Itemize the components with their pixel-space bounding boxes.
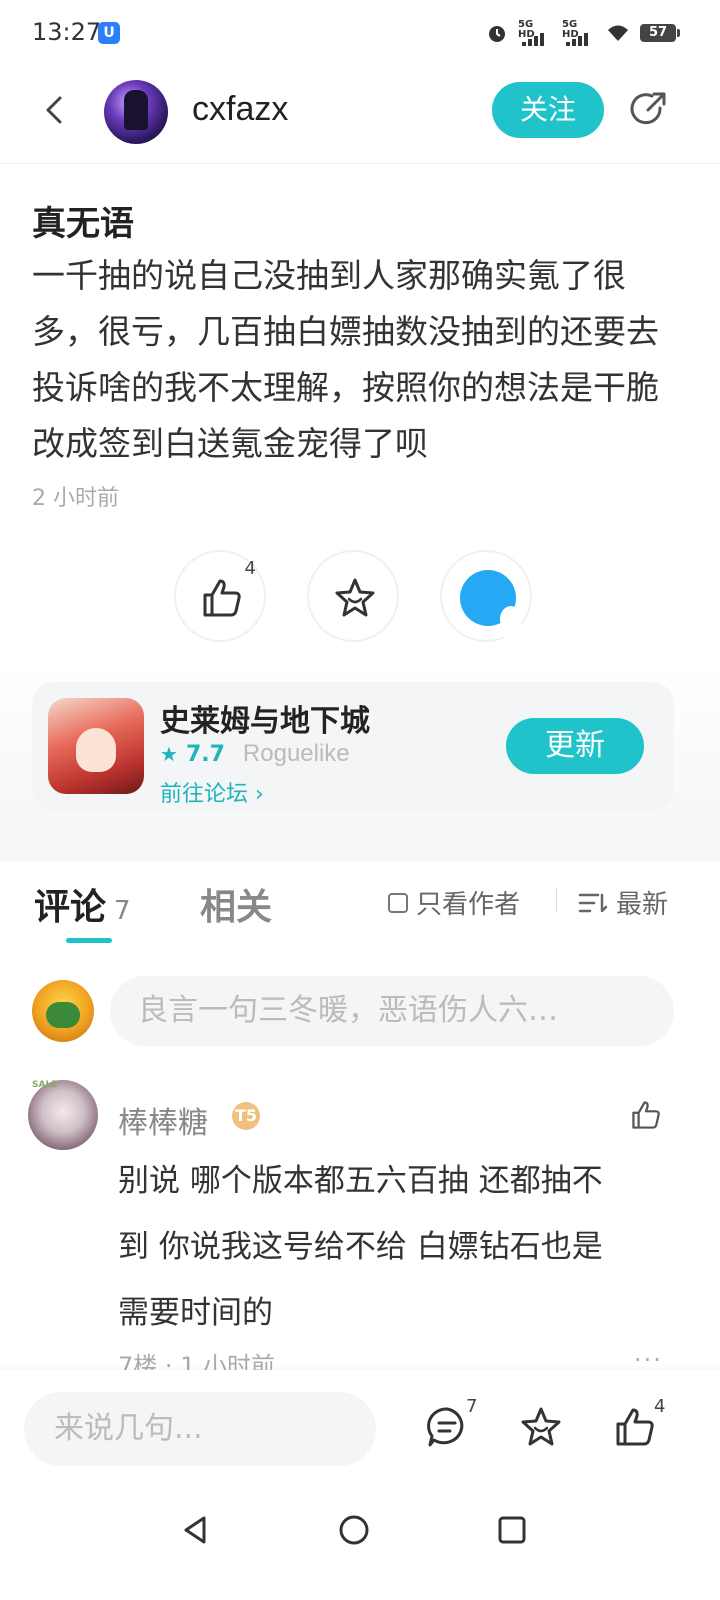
alarm-icon [489, 26, 505, 42]
game-name[interactable]: 史莱姆与地下城 [160, 696, 370, 740]
sort-icon [578, 893, 608, 912]
signal-1-icon: 5G HD [518, 20, 552, 46]
app-notification-icon: U [98, 22, 120, 44]
author-avatar[interactable] [104, 80, 168, 144]
tab-comments[interactable]: 评论 7 [34, 878, 131, 930]
commenter-avatar[interactable] [28, 1080, 98, 1150]
nav-back-icon[interactable] [176, 1510, 216, 1550]
back-arrow-icon[interactable] [36, 90, 76, 130]
post-actions: 4 [0, 550, 720, 642]
qq-icon [460, 570, 525, 638]
forum-link[interactable]: 前往论坛 › [160, 776, 264, 808]
tab-related[interactable]: 相关 [200, 878, 272, 930]
comment-icon[interactable] [424, 1404, 470, 1450]
thumbs-up-icon [203, 579, 241, 617]
only-author-toggle[interactable]: 只看作者 [388, 884, 520, 921]
bottom-comment-count: 7 [466, 1396, 478, 1417]
my-avatar [32, 980, 94, 1042]
comments-count: 7 [114, 896, 131, 926]
status-icons: 5G HD 5G HD 57 [486, 20, 680, 46]
bottom-like-count: 4 [654, 1396, 666, 1417]
post-like-count: 4 [244, 558, 256, 579]
post-like-button[interactable]: 4 [174, 550, 266, 642]
favorite-star-icon[interactable] [518, 1404, 564, 1450]
status-bar: 13:27 U 5G HD 5G HD 57 [0, 0, 720, 66]
post-favorite-button[interactable] [307, 550, 399, 642]
game-icon[interactable] [48, 698, 144, 794]
active-tab-indicator [66, 938, 112, 943]
post-body: 一千抽的说自己没抽到人家那确实氪了很多，很亏，几百抽白嫖抽数没抽到的还要去投诉啥… [32, 256, 659, 463]
post-title: 真无语 [32, 204, 134, 244]
game-card-section: 史莱姆与地下城 ★ 7.7 Roguelike 前往论坛 › 更新 [0, 660, 720, 850]
update-button[interactable]: 更新 [506, 718, 644, 774]
bottom-comment-input[interactable]: 来说几句... [24, 1392, 376, 1466]
wifi-icon [608, 25, 628, 41]
chevron-right-icon: › [255, 782, 264, 807]
game-card[interactable]: 史莱姆与地下城 ★ 7.7 Roguelike 前往论坛 › 更新 [32, 682, 674, 810]
like-icon[interactable] [612, 1404, 658, 1450]
section-divider [0, 850, 720, 862]
status-time: 13:27 [32, 18, 102, 46]
comment-input[interactable]: 良言一句三冬暖，恶语伤人六… [110, 976, 674, 1046]
system-nav-bar [0, 1490, 720, 1600]
comment-like-icon[interactable] [628, 1098, 664, 1132]
level-badge: T5 [232, 1102, 260, 1130]
game-rating: 7.7 [185, 741, 225, 767]
star-icon [335, 578, 375, 617]
tab-divider [556, 888, 557, 912]
comment-tabs: 评论 7 相关 只看作者 最新 [0, 862, 720, 952]
author-username[interactable]: cxfazx [192, 90, 288, 129]
bottom-action-bar: 来说几句... 7 4 [0, 1370, 720, 1490]
rating-star-icon: ★ [160, 742, 178, 766]
sort-button[interactable]: 最新 [578, 884, 668, 921]
post-time: 2 小时前 [32, 486, 119, 511]
commenter-name[interactable]: 棒棒糖 [118, 1098, 208, 1142]
checkbox-icon [388, 892, 408, 913]
post-header: cxfazx 关注 [0, 66, 720, 164]
game-meta: ★ 7.7 Roguelike [160, 740, 350, 768]
share-icon[interactable] [626, 88, 670, 132]
signal-2-icon: 5G HD [562, 20, 596, 46]
game-genre: Roguelike [242, 740, 350, 767]
comment-text: 别说 哪个版本都五六百抽 还都抽不 到 你说我这号给不给 白嫖钻石也是 需要时间… [118, 1163, 603, 1331]
share-qq-button[interactable] [440, 550, 532, 642]
nav-home-icon[interactable] [334, 1510, 374, 1550]
follow-button[interactable]: 关注 [492, 82, 604, 138]
battery-icon: 57 [640, 24, 680, 42]
nav-recents-icon[interactable] [492, 1510, 532, 1550]
